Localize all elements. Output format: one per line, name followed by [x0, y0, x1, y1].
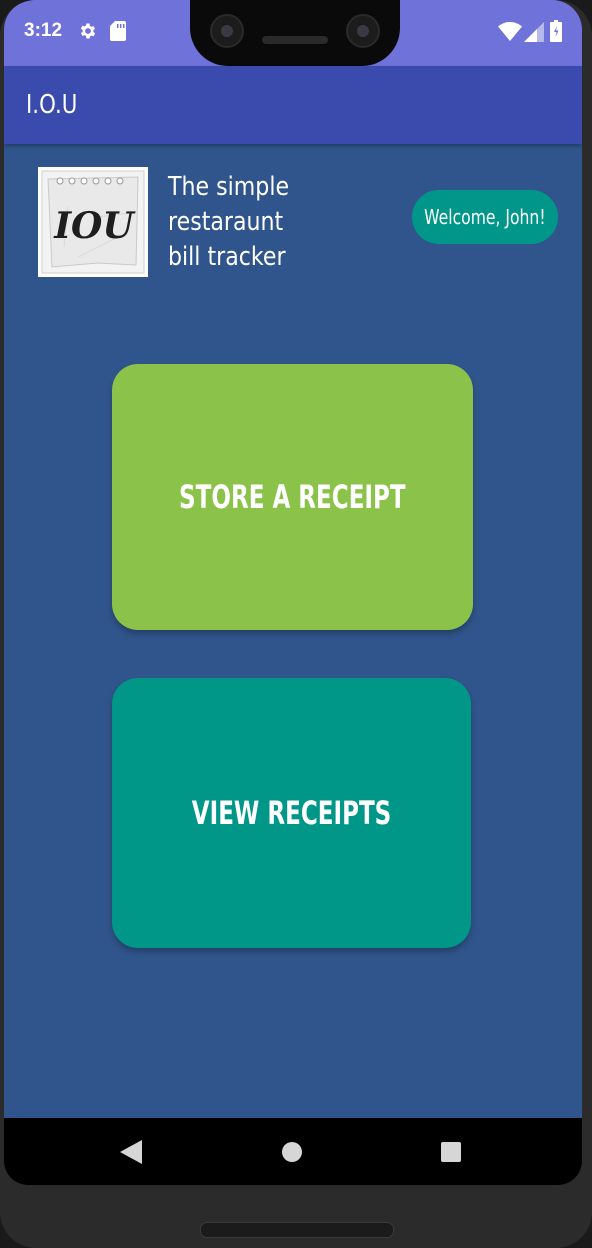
store-receipt-button[interactable]: STORE A RECEIPT: [112, 364, 473, 630]
battery-icon: [550, 20, 562, 42]
earpiece: [262, 36, 328, 44]
iou-logo-image: IOU: [41, 170, 145, 274]
bottom-speaker: [200, 1222, 394, 1238]
status-time: 3:12: [24, 20, 63, 41]
iou-logo: IOU: [38, 167, 148, 277]
recents-icon[interactable]: [441, 1142, 461, 1162]
front-camera: [210, 14, 244, 48]
navigation-bar: [4, 1118, 582, 1185]
store-receipt-label: STORE A RECEIPT: [179, 478, 406, 516]
gear-icon: [80, 23, 96, 39]
app-bar: I.O.U: [4, 66, 582, 144]
phone-frame: 3:12 I.O.U IOU The simple restaraunt bil…: [0, 0, 592, 1248]
wifi-icon: [498, 22, 522, 41]
screen: 3:12 I.O.U IOU The simple restaraunt bil…: [4, 0, 582, 1185]
app-title: I.O.U: [26, 90, 78, 120]
front-camera: [346, 14, 380, 48]
signal-icon: [524, 22, 544, 42]
welcome-text: Welcome, John!: [424, 205, 546, 229]
tagline: The simple restaraunt bill tracker: [168, 170, 304, 275]
tagline-line: restaraunt: [168, 207, 284, 237]
view-receipts-label: VIEW RECEIPTS: [191, 794, 392, 832]
logo-text: IOU: [53, 205, 136, 247]
tagline-line: bill tracker: [168, 242, 286, 272]
home-icon[interactable]: [282, 1142, 302, 1162]
sd-card-icon: [110, 21, 126, 41]
back-icon[interactable]: [120, 1140, 142, 1164]
view-receipts-button[interactable]: VIEW RECEIPTS: [112, 678, 471, 948]
camera-notch: [190, 0, 400, 66]
tagline-line: The simple: [168, 172, 290, 202]
welcome-chip: Welcome, John!: [412, 190, 558, 244]
